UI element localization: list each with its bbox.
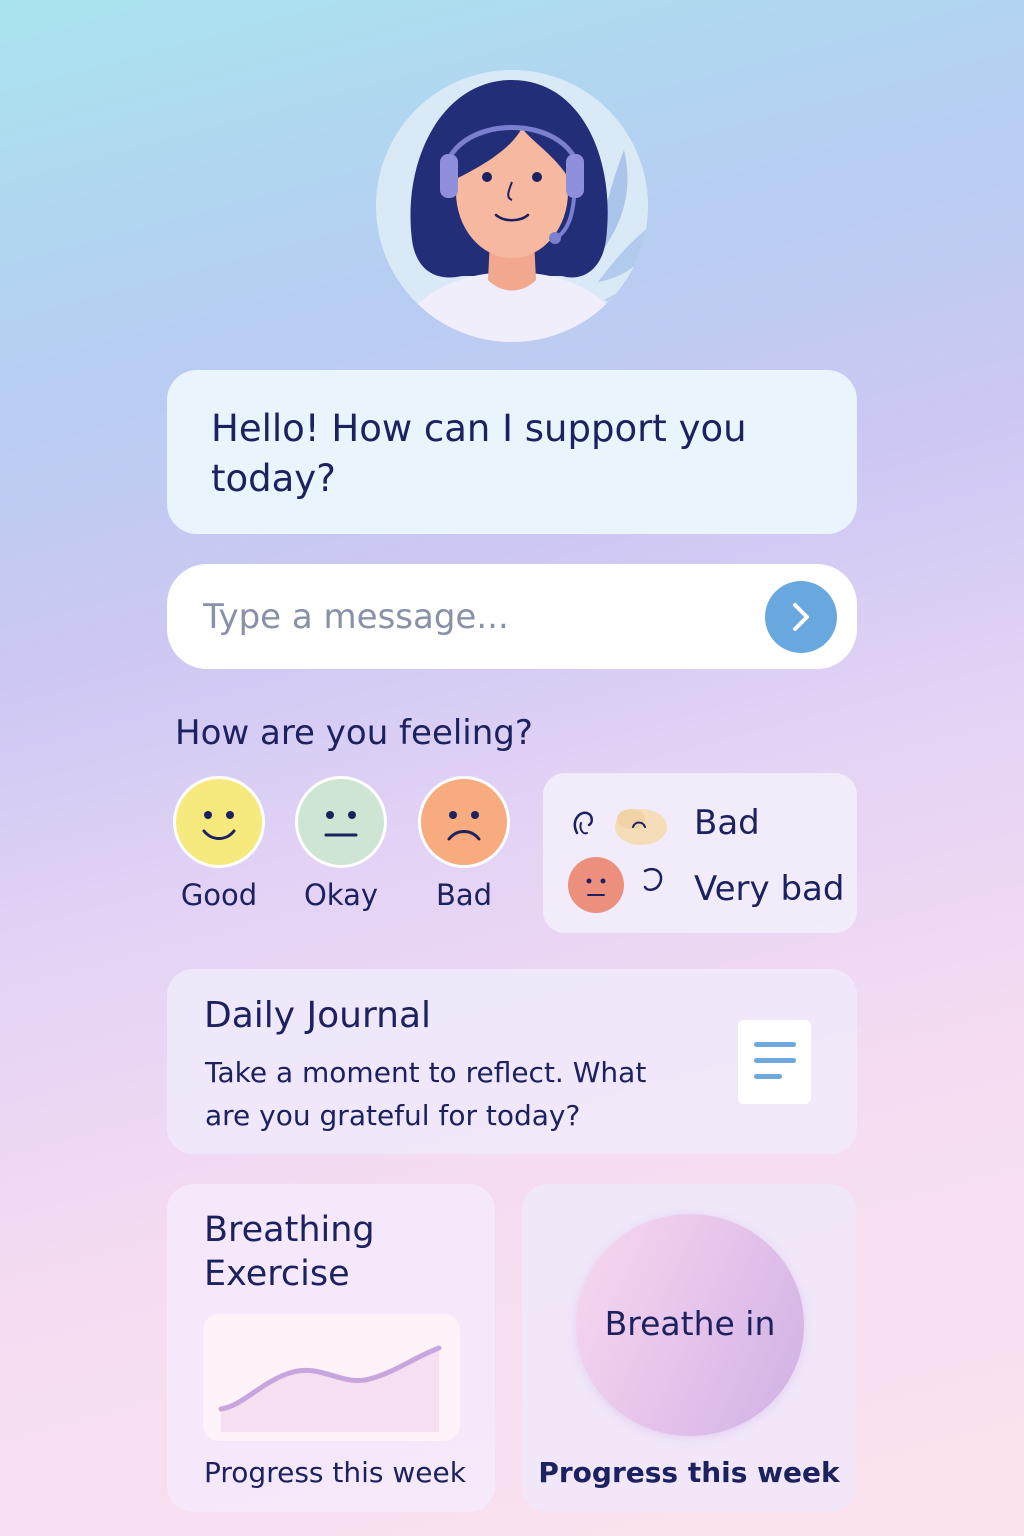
mood-extra-panel: Bad Very bad bbox=[543, 773, 857, 933]
journal-card[interactable]: Daily Journal Take a moment to reflect. … bbox=[167, 969, 857, 1154]
mood-option-label: Okay bbox=[303, 878, 379, 912]
chevron-right-icon bbox=[793, 603, 809, 631]
breathe-card[interactable]: Breathe in Progress this week bbox=[522, 1184, 856, 1512]
journal-prompt: Take a moment to reflect. What are you g… bbox=[205, 1056, 647, 1132]
document-icon[interactable] bbox=[738, 1020, 811, 1104]
breathing-card[interactable]: Breathing Exercise Progress this week bbox=[167, 1184, 495, 1512]
mood-option-bad[interactable]: Bad bbox=[418, 776, 510, 912]
swirl-icon bbox=[635, 861, 675, 905]
mood-extra-label[interactable]: Very bad bbox=[694, 869, 844, 909]
breathing-title: Breathing Exercise bbox=[204, 1210, 375, 1294]
support-avatar bbox=[372, 50, 652, 342]
neutral-face-icon bbox=[295, 776, 387, 868]
send-button[interactable] bbox=[765, 581, 837, 653]
progress-chart bbox=[203, 1314, 460, 1441]
assistant-message: Hello! How can I support you today? bbox=[167, 370, 857, 534]
mood-option-label: Good bbox=[180, 878, 258, 912]
message-composer bbox=[167, 564, 857, 669]
sad-face-icon[interactable] bbox=[568, 857, 624, 913]
mood-option-okay[interactable]: Okay bbox=[295, 776, 387, 912]
breathe-instruction: Breathe in bbox=[604, 1304, 776, 1343]
breathe-progress-label: Progress this week bbox=[538, 1456, 840, 1489]
message-input[interactable] bbox=[201, 590, 745, 644]
frown-face-icon bbox=[418, 776, 510, 868]
sad-swirl-icon bbox=[567, 799, 677, 853]
breathe-circle[interactable]: Breathe in bbox=[576, 1214, 804, 1436]
mood-title: How are you feeling? bbox=[175, 713, 533, 753]
smile-face-icon bbox=[173, 776, 265, 868]
mood-extra-label[interactable]: Bad bbox=[694, 803, 760, 843]
mood-option-good[interactable]: Good bbox=[173, 776, 265, 912]
journal-title: Daily Journal bbox=[204, 995, 432, 1036]
breathing-progress-label: Progress this week bbox=[204, 1456, 466, 1489]
assistant-message-text: Hello! How can I support you today? bbox=[211, 407, 747, 500]
mood-option-label: Bad bbox=[435, 878, 493, 912]
